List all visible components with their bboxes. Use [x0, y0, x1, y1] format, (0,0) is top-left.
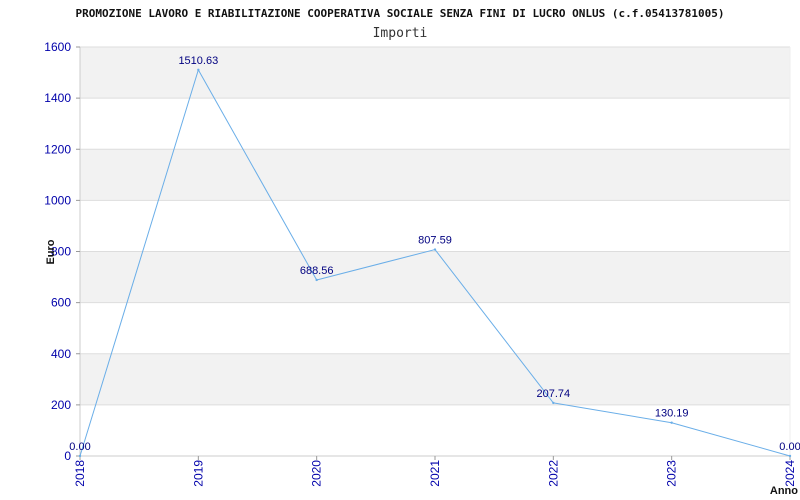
x-tick-label: 2024: [783, 460, 797, 487]
data-label: 207.74: [537, 388, 571, 400]
x-tick-label: 2023: [665, 460, 679, 487]
y-tick-label: 1200: [44, 142, 71, 156]
data-label: 0.00: [779, 441, 800, 453]
data-label: 688.56: [300, 265, 334, 277]
x-tick-label: 2022: [546, 460, 560, 487]
x-tick-label: 2018: [73, 460, 87, 487]
plot-band: [80, 149, 790, 201]
data-point: [788, 454, 792, 458]
y-tick-label: 400: [51, 347, 71, 361]
y-tick-label: 200: [51, 398, 71, 412]
data-point: [670, 421, 673, 424]
x-axis-title: Anno: [770, 485, 798, 497]
y-tick-label: 1400: [44, 91, 71, 105]
data-point: [433, 248, 437, 251]
y-axis-title: Euro: [45, 239, 57, 264]
data-point: [78, 454, 82, 458]
x-tick-label: 2021: [428, 460, 442, 487]
y-tick-label: 1600: [44, 40, 71, 54]
chart-subtitle: Importi: [373, 26, 428, 41]
plot-band: [80, 251, 790, 303]
y-tick-label: 600: [51, 296, 71, 310]
x-axis-ticks: 2018 2019 2020 2021 2022 2023 2024: [73, 456, 797, 487]
chart: PROMOZIONE LAVORO E RIABILITAZIONE COOPE…: [44, 7, 800, 497]
chart-title: PROMOZIONE LAVORO E RIABILITAZIONE COOPE…: [75, 7, 724, 20]
plot-band: [80, 353, 790, 405]
data-point: [197, 68, 200, 72]
y-tick-label: 1000: [44, 193, 71, 207]
x-tick-label: 2019: [191, 460, 205, 487]
data-point: [552, 401, 555, 405]
data-point: [315, 278, 318, 282]
data-label: 1510.63: [178, 55, 218, 67]
plot-background: [80, 47, 790, 405]
data-label: 807.59: [418, 235, 452, 247]
data-label: 0.00: [69, 441, 90, 453]
data-label: 130.19: [655, 408, 689, 420]
x-tick-label: 2020: [310, 460, 324, 487]
